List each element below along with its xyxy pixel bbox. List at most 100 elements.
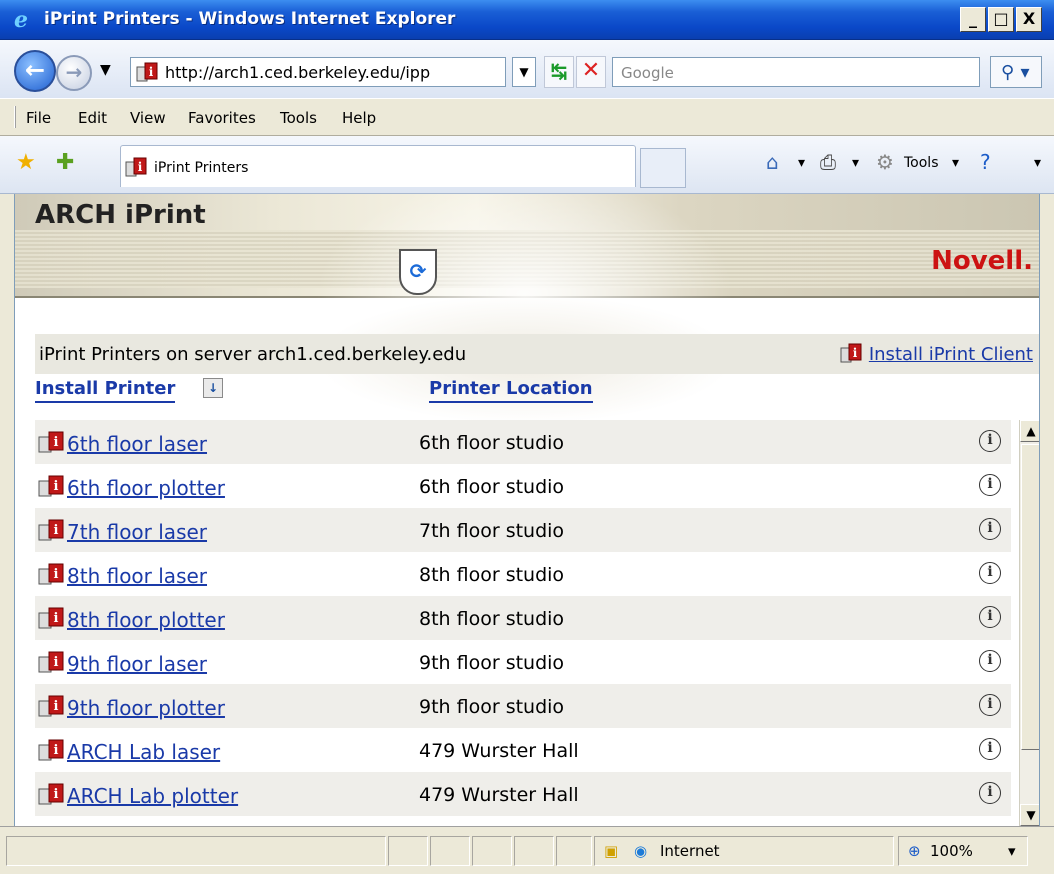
menu-edit[interactable]: Edit [78,109,107,127]
printer-location: 8th floor studio [419,564,565,586]
favorites-star-icon[interactable]: ★ [16,150,36,175]
info-icon[interactable]: i [979,430,1001,452]
novell-logo: Novell. [931,246,1033,276]
menu-favorites[interactable]: Favorites [188,109,256,127]
scroll-thumb[interactable] [1021,444,1039,750]
info-icon[interactable]: i [979,474,1001,496]
printer-link[interactable]: 6th floor plotter [67,476,225,500]
printer-location: 8th floor studio [419,608,565,630]
zoom-level[interactable]: 100% [930,842,973,860]
info-icon[interactable]: i [979,518,1001,540]
printer-location: 9th floor studio [419,652,565,674]
scroll-down-button[interactable]: ▼ [1020,804,1039,826]
info-icon[interactable]: i [979,562,1001,584]
home-icon[interactable]: ⌂ [766,150,779,174]
address-dropdown[interactable]: ▼ [512,57,536,87]
print-icon[interactable]: ⎙ [820,150,836,174]
printer-link[interactable]: 6th floor laser [67,432,207,456]
info-icon[interactable]: i [979,650,1001,672]
close-button[interactable]: X [1016,7,1042,32]
info-icon[interactable]: i [979,738,1001,760]
add-favorite-icon[interactable]: ✚ [56,150,74,175]
install-printer-header[interactable]: Install Printer [35,378,176,403]
tools-menu-label[interactable]: Tools [904,155,939,171]
back-button[interactable]: ← [14,50,56,92]
printer-icon: i [38,695,64,717]
search-input[interactable]: Google [612,57,980,87]
svg-text:i: i [54,699,59,714]
zoom-icon: ⊕ [908,842,921,860]
home-dropdown[interactable]: ▾ [798,155,805,171]
install-client-label: Install iPrint Client [868,344,1033,365]
maximize-button[interactable]: □ [988,7,1014,32]
printer-link[interactable]: 7th floor laser [67,520,207,544]
printer-row: i 8th floor laser 8th floor studio i [35,552,1011,596]
printer-link[interactable]: 9th floor laser [67,652,207,676]
info-icon[interactable]: i [979,782,1001,804]
printer-link[interactable]: 9th floor plotter [67,696,225,720]
svg-text:i: i [54,655,59,670]
install-client-link[interactable]: i Install iPrint Client [840,343,1033,365]
info-icon[interactable]: i [979,694,1001,716]
stop-button[interactable]: ✕ [576,56,606,88]
sort-down-icon[interactable]: ↓ [203,378,223,398]
zoom-dropdown[interactable]: ▾ [1008,842,1016,860]
server-info-row: iPrint Printers on server arch1.ced.berk… [35,334,1039,374]
printer-link[interactable]: ARCH Lab laser [67,740,220,764]
printer-link[interactable]: 8th floor laser [67,564,207,588]
refresh-icon[interactable]: ⟳ [399,249,437,295]
printer-location: 479 Wurster Hall [419,740,579,762]
info-icon[interactable]: i [979,606,1001,628]
printer-icon: i [38,563,64,585]
iprint-tab-icon: i [125,157,147,177]
status-message-panel [6,836,386,866]
printer-row: i 6th floor laser 6th floor studio i [35,420,1011,464]
new-tab-button[interactable] [640,148,686,188]
protected-mode-icon[interactable]: ▣ [604,842,618,860]
printer-row: i 7th floor laser 7th floor studio i [35,508,1011,552]
page-content: ARCH iPrint Novell. ⟳ iPrint Printers on… [14,194,1040,826]
menu-view[interactable]: View [130,109,166,127]
printer-location: 7th floor studio [419,520,565,542]
printer-location-header[interactable]: Printer Location [429,378,593,403]
tools-dropdown[interactable]: ▾ [952,155,959,171]
help-dropdown[interactable]: ▾ [1034,155,1041,171]
recent-pages-dropdown[interactable]: ▼ [100,62,111,78]
printer-row: i 9th floor laser 9th floor studio i [35,640,1011,684]
printer-icon: i [38,431,64,453]
window-title: iPrint Printers - Windows Internet Explo… [44,9,456,29]
scroll-up-button[interactable]: ▲ [1020,420,1039,442]
brand-title: ARCH iPrint [35,200,206,230]
help-icon[interactable]: ? [980,150,991,174]
ie-logo-icon: e [14,7,28,33]
printer-link[interactable]: 8th floor plotter [67,608,225,632]
printer-row: i ARCH Lab laser 479 Wurster Hall i [35,728,1011,772]
minimize-button[interactable]: _ [960,7,986,32]
svg-text:i: i [54,611,59,626]
menu-help[interactable]: Help [342,109,376,127]
status-panel [514,836,554,866]
svg-text:i: i [138,160,143,174]
svg-text:i: i [54,787,59,802]
forward-button[interactable]: → [56,55,92,91]
go-button[interactable]: ↹ [544,56,574,88]
search-button[interactable]: ⚲ ▾ [990,56,1042,88]
address-input[interactable]: i http://arch1.ced.berkeley.edu/ipp [130,57,506,87]
iprint-banner: ARCH iPrint Novell. ⟳ [15,194,1039,414]
title-bar: e iPrint Printers - Windows Internet Exp… [0,0,1054,40]
printer-location: 479 Wurster Hall [419,784,579,806]
tools-gear-icon[interactable]: ⚙ [876,150,894,174]
menu-grip[interactable] [14,106,16,128]
tab-label: iPrint Printers [154,160,249,176]
printer-icon: i [38,783,64,805]
internet-globe-icon: ◉ [634,842,648,860]
svg-text:i: i [54,567,59,582]
menu-tools[interactable]: Tools [280,109,317,127]
menu-file[interactable]: File [26,109,51,127]
print-dropdown[interactable]: ▾ [852,155,859,171]
printer-location: 9th floor studio [419,696,565,718]
printer-icon: i [38,739,64,761]
printer-link[interactable]: ARCH Lab plotter [67,784,238,808]
vertical-scrollbar[interactable]: ▲ ▼ [1019,420,1039,826]
svg-text:i: i [54,435,59,450]
